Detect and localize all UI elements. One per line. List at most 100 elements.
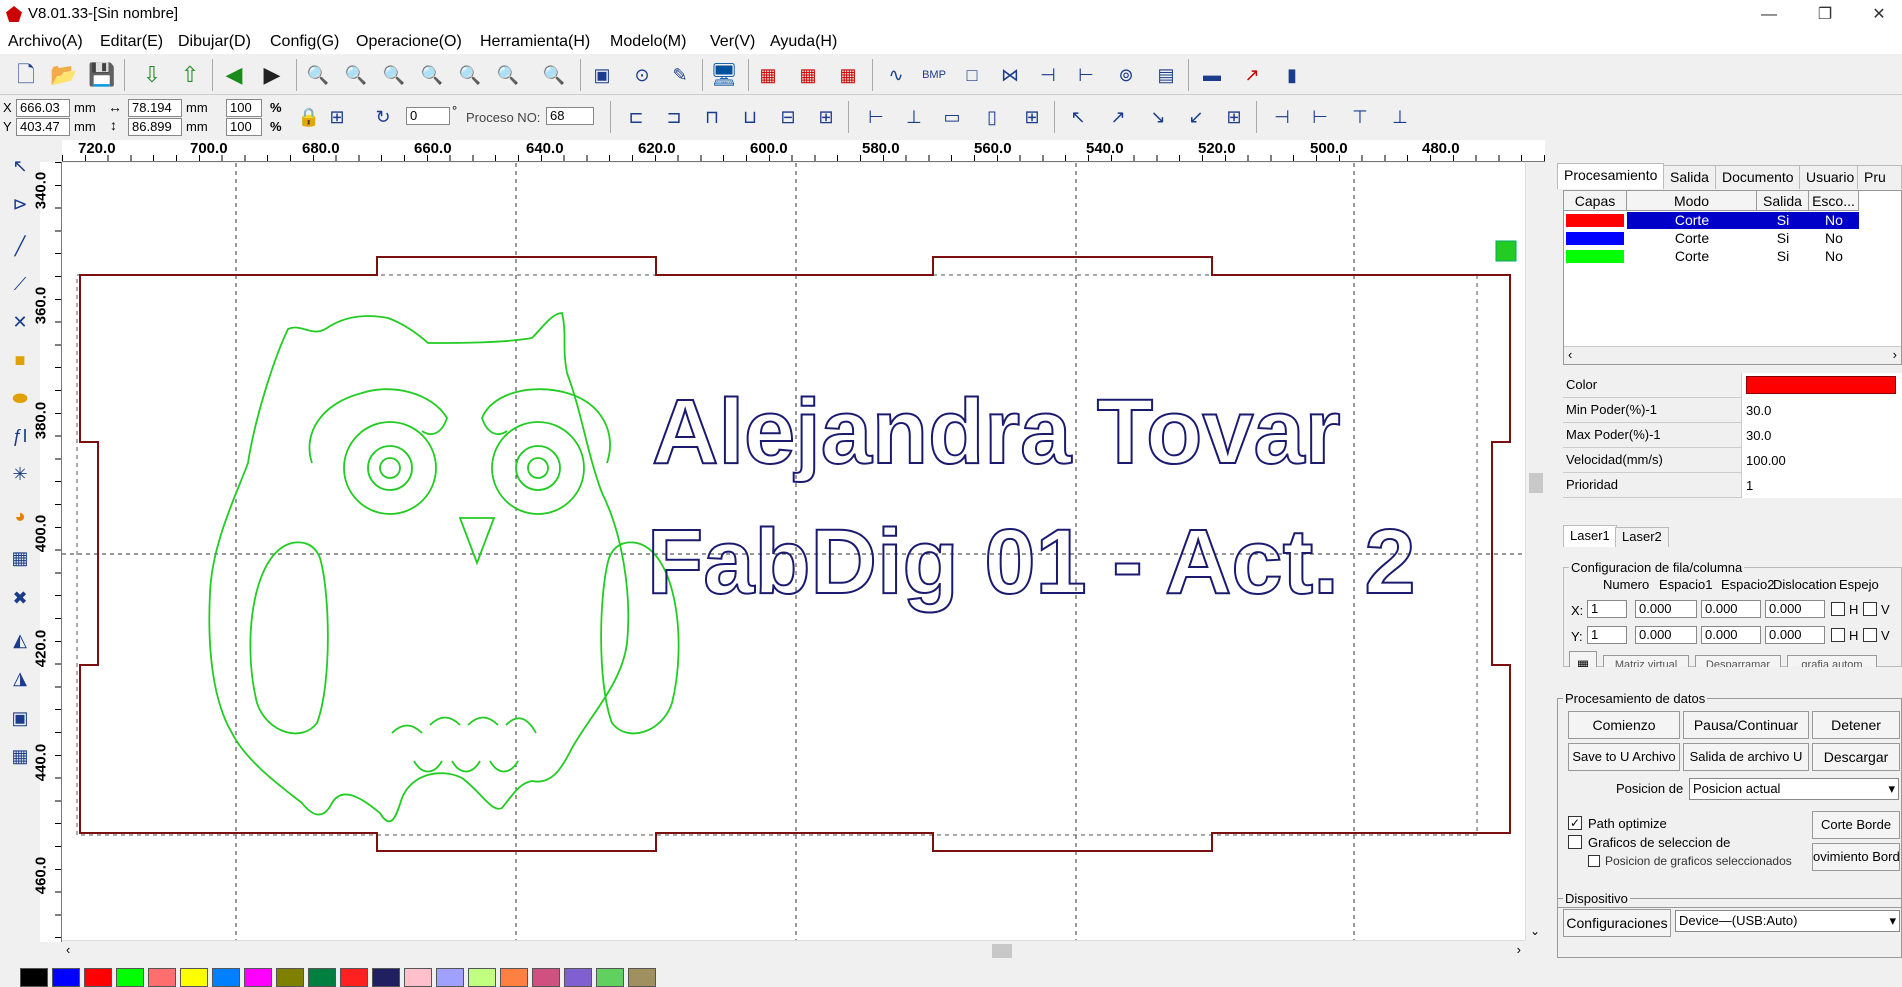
height-field[interactable]: 86.899 [128,118,182,136]
pause-continue-button[interactable]: Pausa/Continuar [1683,711,1809,739]
grid-select-icon[interactable]: ⊞ [324,101,350,133]
menu-config[interactable]: Config(G) [270,33,339,51]
palette-swatch[interactable] [308,968,336,987]
layer-row[interactable]: Corte Si No [1564,230,1859,248]
align-top-icon[interactable]: ⊓ [696,101,728,133]
palette-swatch[interactable] [52,968,80,987]
node-arrow-icon[interactable]: ⊳ [4,188,36,220]
rectangle-icon[interactable]: ■ [4,344,36,376]
rotate-icon[interactable]: ↻ [370,101,396,133]
move-border-button[interactable]: ovimiento Bord [1812,843,1900,871]
auto-layout-button[interactable]: grafia autom [1787,655,1877,667]
zoom-fit-icon[interactable]: 🔍 [416,59,448,91]
array-y-space2[interactable]: 0.000 [1701,626,1761,644]
array-y-space1[interactable]: 0.000 [1635,626,1697,644]
palette-swatch[interactable] [180,968,208,987]
col-modo[interactable]: Modo [1627,191,1757,211]
move-top-right-icon[interactable]: ↗ [1102,101,1134,133]
path-check-icon[interactable]: ⋈ [994,59,1026,91]
move-down-icon[interactable]: ⊥ [1384,101,1416,133]
palette-swatch[interactable] [628,968,656,987]
menu-ver[interactable]: Ver(V) [710,33,755,51]
palette-swatch[interactable] [404,968,432,987]
mirror-v-icon[interactable]: ◮ [4,662,36,694]
same-size-icon[interactable]: ▭ [936,101,968,133]
document-icon[interactable]: ▤ [1150,59,1182,91]
menu-dibujar[interactable]: Dibujar(D) [178,33,251,51]
rotary-icon[interactable]: ⊚ [1110,59,1142,91]
laser-pointer-icon[interactable]: ↗ [1236,59,1268,91]
array-x-space1[interactable]: 0.000 [1635,600,1697,618]
select-box-icon[interactable]: ▣ [586,59,618,91]
palette-swatch[interactable] [212,968,240,987]
array-y-count[interactable]: 1 [1587,626,1627,644]
scale-y-field[interactable]: 100 [226,118,262,136]
move-left-icon[interactable]: ⊣ [1266,101,1298,133]
align-bottom-icon[interactable]: ⊔ [734,101,766,133]
array-x-space2[interactable]: 0.000 [1701,600,1761,618]
same-height-icon[interactable]: ⊥ [898,101,930,133]
palette-swatch[interactable] [468,968,496,987]
design-canvas[interactable]: Alejandra Tovar FabDig 01 - Act. 2 [62,163,1525,940]
palette-swatch[interactable] [500,968,528,987]
y-position-field[interactable]: 403.47 [16,118,70,136]
palette-swatch[interactable] [84,968,112,987]
col-capas[interactable]: Capas [1564,191,1627,211]
menu-operacione[interactable]: Operacione(O) [356,33,462,51]
priority-field[interactable]: 1 [1741,473,1902,498]
array-y-dislocation[interactable]: 0.000 [1765,626,1825,644]
export-icon[interactable]: ⇧ [174,59,206,91]
save-to-u-button[interactable]: Save to U Archivo [1568,743,1680,771]
output-u-file-button[interactable]: Salida de archivo U [1683,743,1809,771]
prop-color-value[interactable] [1741,373,1902,398]
array-x-dislocation[interactable]: 0.000 [1765,600,1825,618]
offset-icon[interactable]: ⊢ [1070,59,1102,91]
scale-x-field[interactable]: 100 [226,99,262,117]
line-icon[interactable]: ╱ [4,230,36,262]
col-esco[interactable]: Esco... [1809,191,1859,211]
close-button[interactable]: ✕ [1856,0,1902,30]
tab-salida[interactable]: Salida [1663,165,1716,189]
palette-swatch[interactable] [340,968,368,987]
layer-icon[interactable]: ▣ [4,702,36,734]
width-field[interactable]: 78.194 [128,99,182,117]
move-bottom-right-icon[interactable]: ↘ [1142,101,1174,133]
scroll-thumb[interactable] [992,944,1012,958]
equal-spacing-icon[interactable]: ▯ [976,101,1008,133]
select-arrow-icon[interactable]: ↖ [4,150,36,182]
mirror-h-icon[interactable]: ◭ [4,624,36,656]
speed-field[interactable]: 100.00 [1741,448,1902,473]
x-position-field[interactable]: 666.03 [16,99,70,117]
new-file-icon[interactable]: 🗋 [10,59,42,91]
palette-swatch[interactable] [148,968,176,987]
node-edit-icon[interactable]: ⊙ [626,59,658,91]
palette-swatch[interactable] [116,968,144,987]
open-folder-icon[interactable]: 📂 [48,59,80,91]
minimize-button[interactable]: — [1746,0,1792,30]
zoom-select-icon[interactable]: 🔍 [302,59,334,91]
col-salida[interactable]: Salida [1757,191,1809,211]
zoom-all-icon[interactable]: 🔍 [454,59,486,91]
move-bottom-left-icon[interactable]: ↙ [1180,101,1212,133]
palette-swatch[interactable] [244,968,272,987]
dimension-icon[interactable]: ⊣ [1032,59,1064,91]
redo-icon[interactable]: ▶ [256,59,288,91]
bitmap-icon[interactable]: ◕ [4,500,36,532]
curve-icon[interactable]: ✕ [4,306,36,338]
array-x-mirror-v-checkbox[interactable] [1863,602,1877,616]
ruler-icon[interactable]: ▮ [1276,59,1308,91]
proceso-field[interactable]: 68 [546,107,594,125]
stop-button[interactable]: Detener [1812,711,1900,739]
tab-usuario[interactable]: Usuario [1799,165,1862,189]
download-button[interactable]: Descargar [1812,743,1900,771]
angle-field[interactable]: 0 [406,107,450,125]
menu-archivo[interactable]: Archivo(A) [8,33,83,51]
align-hcenter-icon[interactable]: ⊞ [810,101,842,133]
menu-ayuda[interactable]: Ayuda(H) [770,33,837,51]
tab-procesamiento[interactable]: Procesamiento [1557,163,1665,189]
array-icon[interactable]: ▦ [4,740,36,772]
point-icon[interactable]: ✳ [4,458,36,490]
start-button[interactable]: Comienzo [1568,711,1680,739]
scroll-left-icon[interactable]: ‹ [1568,347,1572,362]
polyline-icon[interactable]: ⟋ [4,268,36,300]
